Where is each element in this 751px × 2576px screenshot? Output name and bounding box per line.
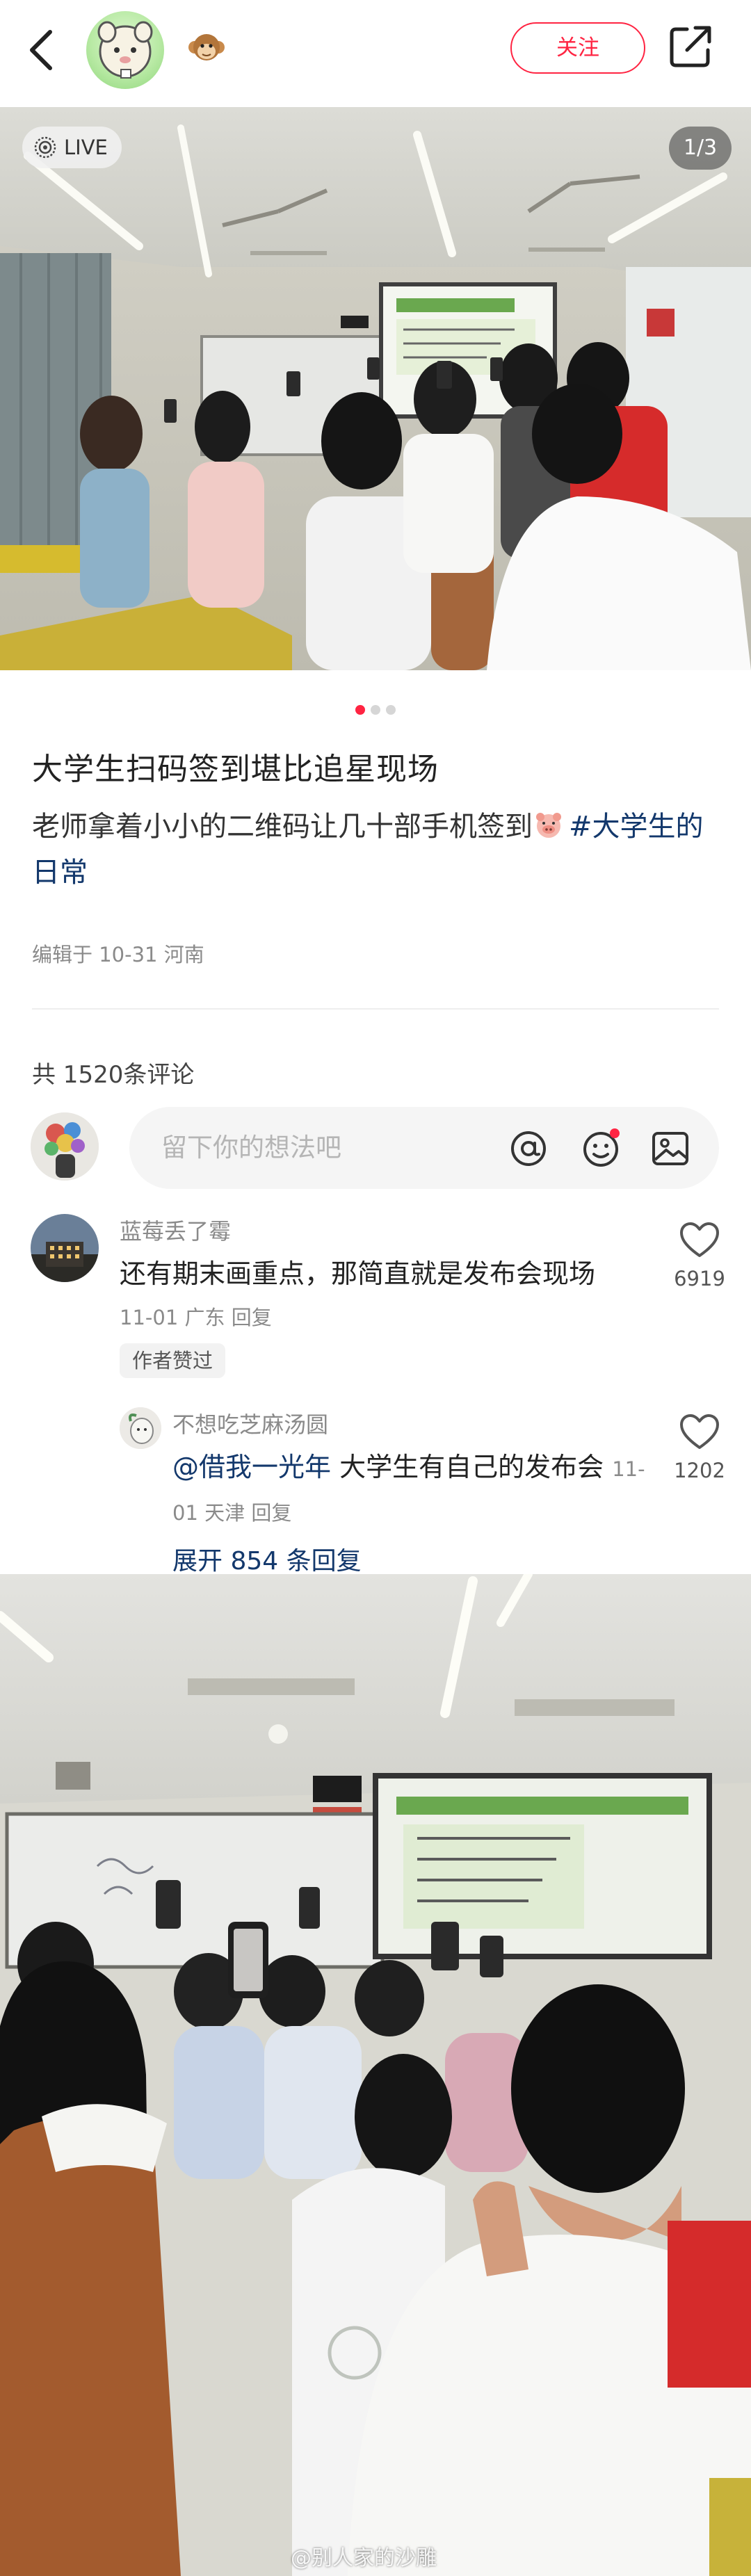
my-avatar[interactable]	[31, 1112, 99, 1181]
like-count: 6919	[674, 1267, 725, 1290]
carousel-dots	[0, 705, 751, 719]
post-photo-1[interactable]: LIVE 1/3	[0, 107, 751, 670]
comment-count: 共 1520条评论	[32, 1061, 195, 1089]
image-upload-icon[interactable]	[649, 1128, 691, 1169]
monkey-badge-icon	[188, 34, 225, 60]
post-edit-meta: 编辑于 10-31 河南	[32, 943, 204, 966]
reply-author-name[interactable]: 不想吃芝麻汤圆	[172, 1407, 328, 1439]
author-avatar[interactable]	[86, 11, 164, 89]
comment-input[interactable]: 留下你的想法吧	[129, 1107, 719, 1189]
classroom-photo-2	[0, 1574, 751, 2576]
live-icon	[34, 136, 56, 159]
heart-icon[interactable]	[679, 1413, 720, 1450]
pig-emoji-icon	[536, 813, 561, 838]
commenter-name[interactable]: 蓝莓丢了霉	[120, 1214, 231, 1246]
top-bar: 关注	[0, 0, 751, 107]
live-photo-badge[interactable]: LIVE	[22, 127, 122, 168]
reply-like-count: 1202	[674, 1459, 725, 1482]
share-icon[interactable]	[668, 24, 713, 70]
follow-button[interactable]: 关注	[510, 22, 645, 74]
classroom-photo-1	[0, 107, 751, 670]
emoji-icon[interactable]	[580, 1128, 622, 1169]
section-divider	[32, 1008, 719, 1010]
reply-text: @借我一光年 大学生有自己的发布会 11-01 天津 回复	[172, 1446, 645, 1534]
commenter-avatar[interactable]	[31, 1214, 99, 1282]
carousel-dot-1[interactable]	[355, 705, 365, 715]
live-label: LIVE	[64, 136, 108, 159]
weibo-watermark: @别人家的沙雕	[291, 2546, 437, 2570]
comment-text: 还有期末画重点，那简直就是发布会现场 11-01 广东 回复	[120, 1253, 627, 1338]
author-liked-badge: 作者赞过	[120, 1343, 226, 1378]
post-description-text: 老师拿着小小的二维码让几十部手机签到	[32, 811, 533, 843]
expand-replies-link[interactable]: 展开 854 条回复	[172, 1541, 362, 1575]
comment-body: 还有期末画重点，那简直就是发布会现场	[120, 1258, 596, 1289]
mention-icon[interactable]	[508, 1128, 549, 1169]
reply-body: 大学生有自己的发布会	[331, 1452, 604, 1482]
reply-avatar[interactable]	[120, 1407, 161, 1449]
carousel-dot-3[interactable]	[386, 705, 396, 715]
post-photo-2[interactable]	[0, 1574, 751, 2576]
carousel-dot-2[interactable]	[371, 705, 380, 715]
comment-input-placeholder: 留下你的想法吧	[161, 1133, 341, 1163]
page-indicator: 1/3	[669, 127, 732, 170]
back-arrow-icon[interactable]	[26, 28, 58, 72]
post-title: 大学生扫码签到堪比追星现场	[32, 752, 439, 787]
reply-mention[interactable]: @借我一光年	[172, 1452, 331, 1482]
heart-icon[interactable]	[679, 1221, 720, 1258]
comment-meta[interactable]: 11-01 广东 回复	[120, 1306, 272, 1329]
post-description: 老师拿着小小的二维码让几十部手机签到 #大学生的日常	[32, 804, 720, 896]
